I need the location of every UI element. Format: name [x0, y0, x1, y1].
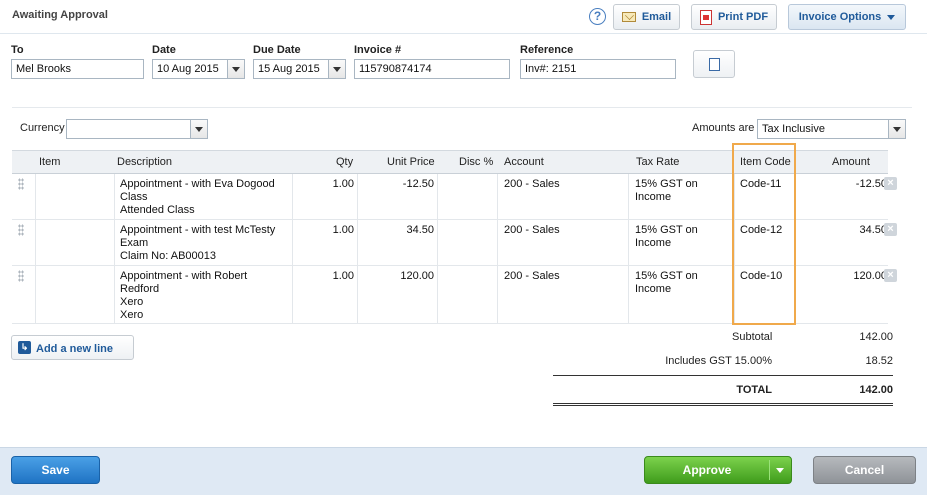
pdf-icon [699, 9, 712, 25]
drag-handle-icon[interactable] [18, 224, 24, 236]
divider [12, 107, 912, 108]
envelope-icon [621, 12, 636, 22]
email-button[interactable]: Email [613, 4, 680, 30]
double-divider [553, 403, 893, 406]
delete-row-icon[interactable]: × [884, 223, 897, 236]
column-qty: Qty [336, 156, 354, 168]
qty-cell: 1.00 [332, 224, 354, 236]
delete-row-icon[interactable]: × [884, 269, 897, 282]
account-cell: 200 - Sales [504, 224, 560, 236]
column-amount: Amount [832, 156, 870, 168]
tax-rate-line: Income [635, 237, 672, 249]
invoice-status-title: Awaiting Approval [12, 9, 108, 21]
print-pdf-label: Print PDF [717, 11, 769, 23]
column-account: Account [504, 156, 544, 168]
account-cell: 200 - Sales [504, 270, 560, 282]
qty-cell: 1.00 [332, 178, 354, 190]
column-disc: Disc % [459, 156, 494, 168]
save-button[interactable]: Save [11, 456, 100, 484]
amounts-are-value: Tax Inclusive [762, 123, 825, 135]
print-pdf-button[interactable]: Print PDF [691, 4, 777, 30]
total-label: TOTAL [736, 384, 772, 396]
due-date-picker[interactable]: 15 Aug 2015 [253, 59, 346, 79]
currency-dropdown-icon[interactable] [190, 120, 207, 138]
reference-field[interactable] [520, 59, 676, 79]
tax-rate-line: Income [635, 191, 672, 203]
invoice-options-label: Invoice Options [798, 11, 882, 23]
email-button-label: Email [641, 11, 672, 23]
invoice-number-field[interactable] [354, 59, 510, 79]
gst-value: 18.52 [865, 355, 893, 367]
invoice-options-button[interactable]: Invoice Options [788, 4, 906, 30]
due-date-value: 15 Aug 2015 [258, 63, 320, 75]
description-line: Attended Class [120, 204, 195, 216]
reference-label: Reference [520, 44, 574, 56]
description-line: Appointment - with Eva Dogood [120, 178, 275, 190]
amounts-are-select[interactable]: Tax Inclusive [757, 119, 906, 139]
unit-price-cell: 34.50 [406, 224, 434, 236]
qty-cell: 1.00 [332, 270, 354, 282]
subtotal-label: Subtotal [732, 331, 773, 343]
description-line: Exam [120, 237, 149, 249]
due-date-label: Due Date [253, 44, 301, 56]
add-new-line-label: Add a new line [36, 343, 114, 355]
copy-document-button[interactable] [693, 50, 735, 78]
delete-row-icon[interactable]: × [884, 177, 897, 190]
unit-price-cell: -12.50 [402, 178, 434, 190]
column-tax-rate: Tax Rate [636, 156, 680, 168]
title-bar: Awaiting Approval ? Email Print PDF Invo… [0, 0, 927, 34]
drag-handle-icon[interactable] [18, 178, 24, 190]
due-date-dropdown-icon[interactable] [328, 60, 345, 78]
unit-price-cell: 120.00 [400, 270, 434, 282]
amounts-are-label: Amounts are [692, 122, 755, 134]
tax-rate-line: 15% GST on [635, 178, 698, 190]
amount-cell: 120.00 [853, 270, 887, 282]
account-cell: 200 - Sales [504, 178, 560, 190]
column-unit-price: Unit Price [387, 156, 435, 168]
description-line: Appointment - with Robert [120, 270, 248, 282]
description-line: Class [120, 191, 148, 203]
chevron-down-icon[interactable] [776, 468, 784, 473]
cancel-button[interactable]: Cancel [813, 456, 916, 484]
description-line: Xero [120, 309, 144, 321]
date-value: 10 Aug 2015 [157, 63, 219, 75]
amount-cell: -12.50 [855, 178, 887, 190]
document-icon [709, 58, 720, 71]
date-label: Date [152, 44, 176, 56]
currency-label: Currency [20, 122, 65, 134]
description-line: Claim No: AB00013 [120, 250, 216, 262]
date-picker[interactable]: 10 Aug 2015 [152, 59, 245, 79]
tax-rate-line: 15% GST on [635, 224, 698, 236]
chevron-down-icon [887, 14, 896, 20]
tax-rate-line: 15% GST on [635, 270, 698, 282]
gst-label: Includes GST 15.00% [665, 355, 772, 367]
description-line: Appointment - with test McTesty [120, 224, 276, 236]
drag-handle-icon[interactable] [18, 270, 24, 282]
total-value: 142.00 [859, 384, 893, 396]
tax-rate-line: Income [635, 283, 672, 295]
description-line: Xero [120, 296, 144, 308]
amount-cell: 34.50 [859, 224, 887, 236]
column-item: Item [39, 156, 61, 168]
item-code-highlight [732, 143, 796, 325]
approve-label: Approve [682, 463, 732, 477]
footer-bar: Save Approve Cancel [0, 447, 927, 495]
to-label: To [11, 44, 24, 56]
currency-select[interactable] [66, 119, 208, 139]
add-line-icon: ↳ [18, 341, 31, 354]
description-line: Redford [120, 283, 160, 295]
subtotal-value: 142.00 [859, 331, 893, 343]
column-description: Description [117, 156, 173, 168]
help-icon[interactable]: ? [589, 8, 606, 25]
divider [553, 375, 893, 376]
to-field[interactable] [11, 59, 144, 79]
invoice-number-label: Invoice # [354, 44, 402, 56]
amounts-are-dropdown-icon[interactable] [888, 120, 905, 138]
add-new-line-button[interactable]: ↳ Add a new line [11, 335, 134, 360]
approve-button[interactable]: Approve [644, 456, 792, 484]
date-dropdown-icon[interactable] [227, 60, 244, 78]
